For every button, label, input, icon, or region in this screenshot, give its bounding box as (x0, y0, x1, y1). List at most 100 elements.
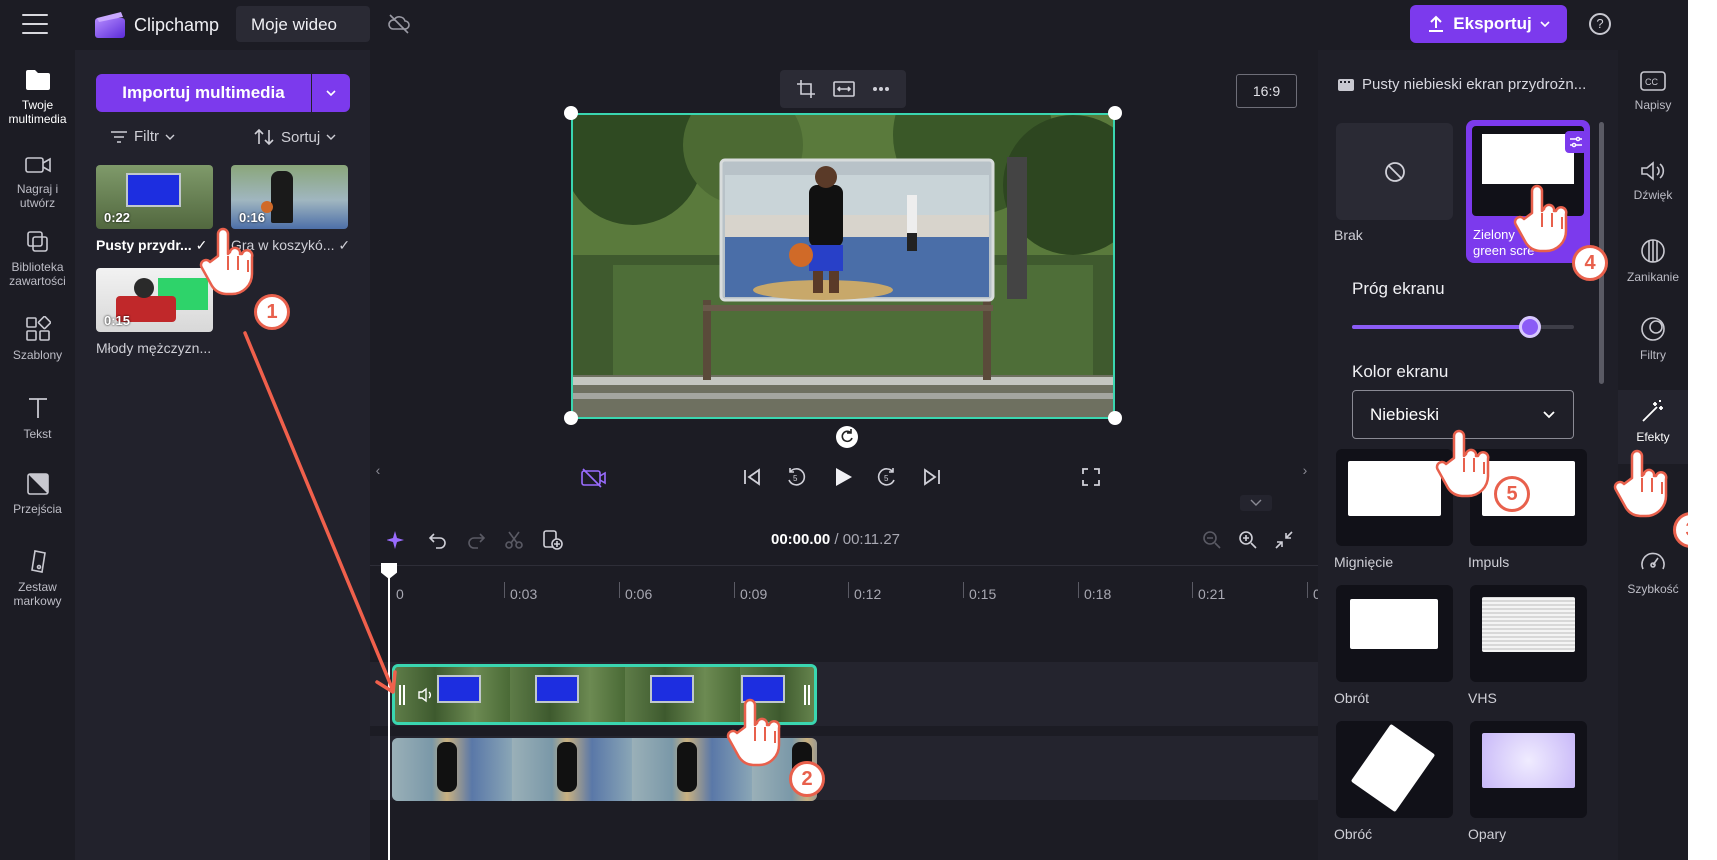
effect-label: VHS (1468, 690, 1497, 706)
rail-item-filters[interactable]: Filtry (1618, 316, 1688, 386)
rewind-5-icon[interactable]: 5 (785, 466, 807, 488)
film-icon (1338, 78, 1354, 91)
nav-label: Szablony (12, 348, 63, 362)
nav-item-your-media[interactable]: Twoje multimedia (0, 68, 75, 126)
video-preview[interactable] (571, 113, 1115, 419)
settings-icon[interactable] (1565, 131, 1587, 153)
aspect-ratio-button[interactable]: 16:9 (1236, 74, 1297, 108)
skip-back-icon[interactable] (742, 467, 762, 487)
clip-title: Pusty niebieski ekran przydrożn... (1338, 76, 1586, 93)
effect-flip[interactable] (1336, 721, 1453, 818)
sort-icon (254, 128, 274, 146)
collapse-left-panel[interactable]: ‹ (370, 440, 386, 500)
fullscreen-icon[interactable] (1081, 467, 1101, 487)
nav-item-transitions[interactable]: Przejścia (0, 472, 75, 516)
undo-icon[interactable] (428, 530, 448, 550)
resize-handle[interactable] (564, 411, 578, 425)
import-dropdown-button[interactable] (312, 74, 350, 112)
play-icon[interactable] (831, 465, 855, 489)
media-thumbnail[interactable]: 0:15 (96, 268, 213, 332)
effect-label: Mignięcie (1334, 554, 1394, 570)
media-thumbnail[interactable]: 0:16 (231, 165, 348, 229)
effect-label: Impuls (1468, 554, 1510, 570)
left-nav: Twoje multimedia Nagraj i utwórz Bibliot… (0, 50, 75, 860)
nav-item-templates[interactable]: Szablony (0, 316, 75, 362)
fit-icon[interactable] (833, 80, 855, 98)
effect-vapor[interactable] (1470, 721, 1587, 818)
effect-rotate[interactable] (1336, 585, 1453, 682)
effect-label: Obróć (1334, 826, 1373, 842)
rail-item-captions[interactable]: CC Napisy (1618, 70, 1688, 140)
clipchamp-logo (95, 12, 125, 38)
rail-item-fade[interactable]: Zanikanie (1618, 238, 1688, 308)
nav-label: Zestaw markowy (13, 580, 62, 608)
collapse-right-panel[interactable]: › (1297, 440, 1313, 500)
media-thumbnail[interactable]: 0:22 (96, 165, 213, 229)
export-label: Eksportuj (1453, 14, 1532, 33)
effect-label: Obrót (1334, 690, 1370, 706)
rail-item-speed[interactable]: Szybkość (1618, 550, 1688, 620)
fit-timeline-icon[interactable] (1274, 530, 1294, 550)
project-name-field[interactable]: Moje wideo (236, 6, 370, 42)
top-bar: Clipchamp Moje wideo Eksportuj ? (0, 0, 1688, 50)
zoom-in-icon[interactable] (1238, 530, 1258, 550)
skip-forward-icon[interactable] (922, 467, 942, 487)
tick-mark (1192, 582, 1193, 598)
rotate-icon (841, 429, 853, 443)
resize-handle[interactable] (1108, 106, 1122, 120)
captions-icon: CC (1640, 71, 1666, 91)
crop-icon[interactable] (796, 79, 816, 99)
resize-handle[interactable] (564, 106, 578, 120)
nav-item-content-library[interactable]: Biblioteka zawartości (0, 230, 75, 288)
nav-item-text[interactable]: Tekst (0, 395, 75, 441)
slider-thumb[interactable] (1518, 316, 1541, 338)
import-media-button[interactable]: Importuj multimedia (96, 74, 311, 112)
cloud-off-icon[interactable] (387, 13, 411, 35)
help-icon[interactable]: ? (1589, 13, 1611, 35)
magic-camera-icon[interactable] (580, 466, 606, 488)
player-graphic (557, 742, 577, 792)
folder-icon (25, 70, 50, 90)
rotate-handle[interactable] (836, 426, 858, 448)
sparkle-icon[interactable] (387, 530, 407, 550)
rail-item-audio[interactable]: Dźwięk (1618, 160, 1688, 230)
add-clip-icon[interactable] (542, 529, 564, 551)
sort-button[interactable]: Sortuj (253, 128, 336, 146)
filter-button[interactable]: Filtr (110, 128, 175, 145)
trim-handle-left[interactable] (399, 685, 405, 705)
more-icon[interactable] (872, 86, 890, 92)
effect-vhs[interactable] (1470, 585, 1587, 682)
app-name: Clipchamp (134, 15, 220, 35)
media-label: Młody mężczyzn... (96, 340, 212, 356)
clip-title-text: Pusty niebieski ekran przydrożn... (1362, 76, 1587, 93)
rail-label: Szybkość (1627, 582, 1679, 596)
export-button[interactable]: Eksportuj (1410, 5, 1567, 43)
menu-icon[interactable] (22, 14, 48, 34)
preview-toolbar (780, 70, 906, 108)
color-value: Niebieski (1370, 404, 1439, 424)
nav-item-record[interactable]: Nagraj i utwórz (0, 154, 75, 210)
timeline-ruler[interactable]: 0 0:03 0:06 0:09 0:12 0:15 0:18 0:21 0 (370, 565, 1321, 605)
effect-none[interactable] (1336, 123, 1453, 220)
playhead[interactable] (388, 565, 390, 860)
timeline-toolbar: 00:00.00 / 00:11.27 (370, 515, 1318, 565)
transitions-icon (26, 473, 49, 495)
redo-icon[interactable] (466, 530, 486, 550)
resize-handle[interactable] (1108, 411, 1122, 425)
tick-label: 0 (396, 586, 404, 602)
rail-label: Filtry (1640, 348, 1666, 362)
zoom-out-icon[interactable] (1202, 530, 1222, 550)
threshold-slider[interactable] (1352, 316, 1574, 338)
tick-label: 0:06 (625, 586, 653, 602)
time-display: 00:00.00 / 00:11.27 (771, 531, 900, 548)
effect-screen (1482, 134, 1574, 184)
nav-label: Twoje multimedia (8, 98, 67, 126)
filters-icon (1641, 317, 1665, 341)
trim-handle-right[interactable] (804, 685, 810, 705)
tick-mark (504, 582, 505, 598)
forward-5-icon[interactable]: 5 (876, 466, 898, 488)
scissors-icon[interactable] (504, 530, 524, 550)
nav-item-brand-kit[interactable]: Zestaw markowy (0, 548, 75, 608)
chevron-down-icon[interactable] (1240, 495, 1272, 511)
media-label: Pusty przydr... ✓ (96, 237, 208, 253)
